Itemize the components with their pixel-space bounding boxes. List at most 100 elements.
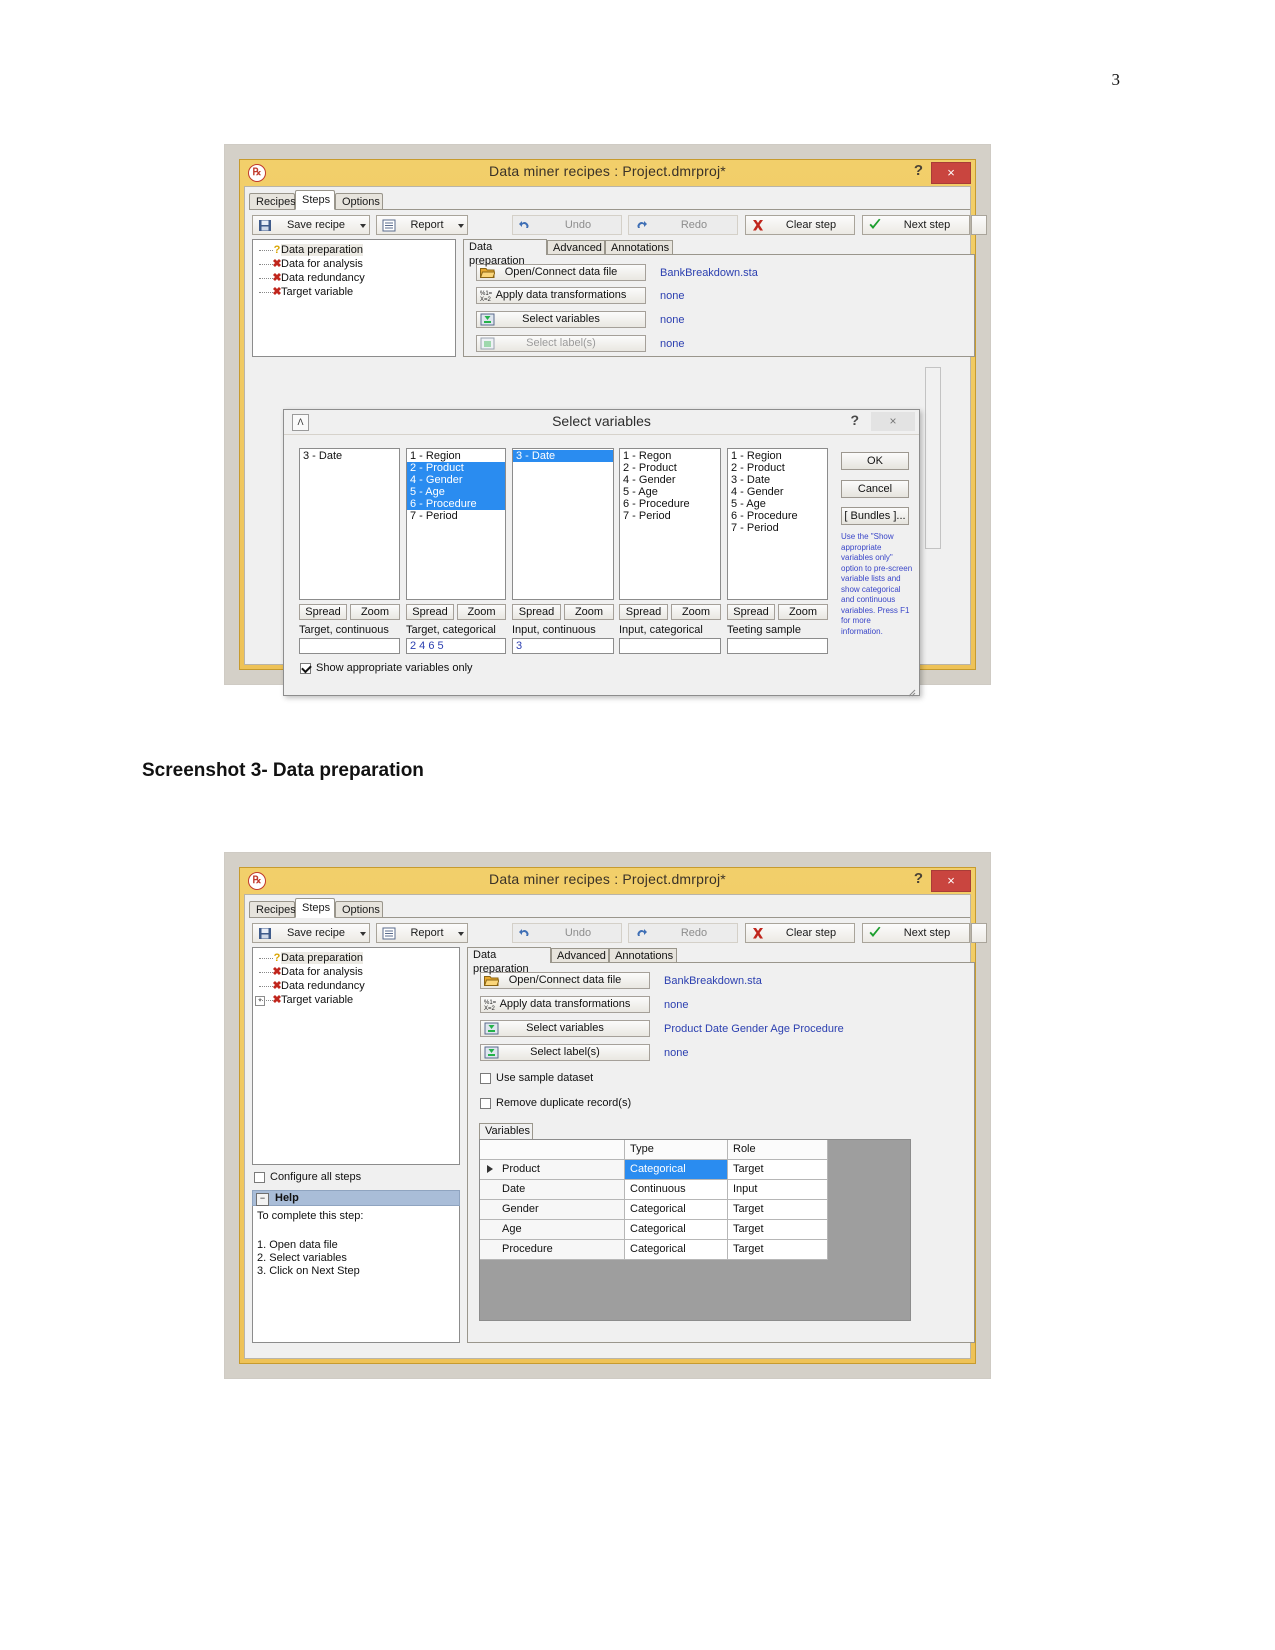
grid-cell-name[interactable]: Date bbox=[480, 1180, 625, 1200]
grid-cell-role[interactable]: Target bbox=[728, 1220, 828, 1240]
list-item[interactable]: 2 - Product bbox=[407, 462, 505, 474]
spread-button-5[interactable]: Spread bbox=[727, 604, 775, 620]
show-appropriate-variables-checkbox[interactable] bbox=[300, 663, 311, 674]
tab-steps[interactable]: Steps bbox=[295, 190, 335, 210]
grid-cell-name[interactable]: Gender bbox=[480, 1200, 625, 1220]
pane-tab-annotations-2[interactable]: Annotations bbox=[609, 948, 677, 963]
next-step-button[interactable]: Next step bbox=[862, 215, 970, 235]
list-item[interactable]: 5 - Age bbox=[728, 498, 827, 510]
apply-data-transformations-button[interactable]: %1= X=2 Apply data transformations bbox=[476, 287, 646, 304]
pane-tab-data-preparation-2[interactable]: Data preparation bbox=[467, 947, 551, 975]
grid-cell-role[interactable]: Target bbox=[728, 1200, 828, 1220]
steps-tree-2[interactable]: ? Data preparation ✖ Data for analysis ✖… bbox=[252, 947, 460, 1165]
variables-grid[interactable]: Type Role Product Categorical Target Dat… bbox=[479, 1139, 911, 1321]
pane-tab-advanced-2[interactable]: Advanced bbox=[551, 948, 609, 963]
list-item[interactable]: 7 - Period bbox=[407, 510, 505, 522]
report-button[interactable]: Report bbox=[376, 215, 468, 235]
dialog-help-icon[interactable]: ? bbox=[850, 412, 859, 428]
chevron-down-icon-2[interactable] bbox=[458, 224, 464, 228]
grid-cell-type[interactable]: Continuous bbox=[625, 1180, 728, 1200]
tree-item-data-for-analysis-2[interactable]: ✖ Data for analysis bbox=[253, 965, 459, 979]
list-item[interactable]: 6 - Procedure bbox=[620, 498, 720, 510]
collapse-icon[interactable]: − bbox=[256, 1193, 269, 1206]
ok-button[interactable]: OK bbox=[841, 452, 909, 470]
value-input-continuous[interactable]: 3 bbox=[512, 638, 614, 654]
list-item[interactable]: 7 - Period bbox=[728, 522, 827, 534]
tab-options-2[interactable]: Options bbox=[335, 901, 383, 917]
table-row[interactable]: Date Continuous Input bbox=[480, 1180, 910, 1200]
dialog-close-icon[interactable]: × bbox=[871, 412, 915, 431]
data-file-value-2[interactable]: BankBreakdown.sta bbox=[664, 975, 762, 987]
spread-button-2[interactable]: Spread bbox=[406, 604, 454, 620]
tree-item-target-variable[interactable]: ✖ Target variable bbox=[253, 285, 455, 299]
save-recipe-button[interactable]: Save recipe bbox=[252, 215, 370, 235]
zoom-button-3[interactable]: Zoom bbox=[564, 604, 614, 620]
undo-button[interactable]: Undo bbox=[512, 215, 622, 235]
bundles-button[interactable]: [ Bundles ]... bbox=[841, 507, 909, 525]
list-item[interactable]: 6 - Procedure bbox=[407, 498, 505, 510]
save-recipe-button-2[interactable]: Save recipe bbox=[252, 923, 370, 943]
select-variables-button-2[interactable]: Select variables bbox=[480, 1020, 650, 1037]
grid-cell-type[interactable]: Categorical bbox=[625, 1200, 728, 1220]
list-item[interactable]: 2 - Product bbox=[728, 462, 827, 474]
undo-button-2[interactable]: Undo bbox=[512, 923, 622, 943]
tree-item-data-for-analysis[interactable]: ✖ Data for analysis bbox=[253, 257, 455, 271]
grid-cell-type[interactable]: Categorical bbox=[625, 1240, 728, 1260]
list-item[interactable]: 3 - Date bbox=[513, 450, 613, 462]
list-target-categorical[interactable]: 1 - Region 2 - Product 4 - Gender 5 - Ag… bbox=[406, 448, 506, 600]
list-item[interactable]: 3 - Date bbox=[728, 474, 827, 486]
chevron-down-icon-5[interactable] bbox=[458, 932, 464, 936]
next-step-dropdown-button[interactable] bbox=[971, 215, 987, 235]
use-sample-dataset-checkbox[interactable] bbox=[480, 1073, 491, 1084]
pane-tab-advanced[interactable]: Advanced bbox=[547, 240, 605, 255]
tab-recipes-2[interactable]: Recipes bbox=[249, 901, 296, 917]
chevron-down-icon[interactable] bbox=[360, 224, 366, 228]
tab-steps-2[interactable]: Steps bbox=[295, 898, 335, 918]
value-input-categorical[interactable] bbox=[619, 638, 721, 654]
list-item[interactable]: 5 - Age bbox=[620, 486, 720, 498]
steps-tree-1[interactable]: ? Data preparation ✖ Data for analysis ✖… bbox=[252, 239, 456, 357]
grid-cell-role[interactable]: Input bbox=[728, 1180, 828, 1200]
grid-cell-role[interactable]: Target bbox=[728, 1240, 828, 1260]
next-step-dropdown-button-2[interactable] bbox=[971, 923, 987, 943]
report-button-2[interactable]: Report bbox=[376, 923, 468, 943]
list-item[interactable]: 5 - Age bbox=[407, 486, 505, 498]
list-item[interactable]: 2 - Product bbox=[620, 462, 720, 474]
resize-grip[interactable] bbox=[907, 684, 916, 697]
transformations-value-2[interactable]: none bbox=[664, 999, 688, 1011]
table-row[interactable]: Procedure Categorical Target bbox=[480, 1240, 910, 1260]
pane-tab-annotations[interactable]: Annotations bbox=[605, 240, 673, 255]
zoom-button-4[interactable]: Zoom bbox=[671, 604, 721, 620]
list-item[interactable]: 4 - Gender bbox=[407, 474, 505, 486]
value-testing-sample[interactable] bbox=[727, 638, 828, 654]
list-item[interactable]: 7 - Period bbox=[620, 510, 720, 522]
list-item[interactable]: 1 - Regon bbox=[620, 450, 720, 462]
table-row[interactable]: Product Categorical Target bbox=[480, 1160, 910, 1180]
variables-tab[interactable]: Variables bbox=[479, 1123, 533, 1139]
clear-step-button[interactable]: Clear step bbox=[745, 215, 855, 235]
tab-recipes[interactable]: Recipes bbox=[249, 193, 296, 209]
list-item[interactable]: 1 - Region bbox=[407, 450, 505, 462]
list-input-continuous[interactable]: 3 - Date bbox=[512, 448, 614, 600]
spread-button-3[interactable]: Spread bbox=[512, 604, 561, 620]
grid-cell-role[interactable]: Target bbox=[728, 1160, 828, 1180]
grid-cell-name[interactable]: Product bbox=[480, 1160, 625, 1180]
select-variables-button[interactable]: Select variables bbox=[476, 311, 646, 328]
transformations-value[interactable]: none bbox=[660, 290, 684, 302]
spread-button-1[interactable]: Spread bbox=[299, 604, 347, 620]
chevron-down-icon-4[interactable] bbox=[360, 932, 366, 936]
help-panel-header[interactable]: − Help bbox=[252, 1190, 460, 1206]
select-labels-value[interactable]: none bbox=[660, 338, 684, 350]
tree-item-data-preparation-2[interactable]: ? Data preparation bbox=[253, 951, 459, 965]
cancel-button[interactable]: Cancel bbox=[841, 480, 909, 498]
list-item[interactable]: 4 - Gender bbox=[620, 474, 720, 486]
expand-plus-icon[interactable]: + bbox=[255, 996, 265, 1006]
select-labels-button-2[interactable]: Select label(s) bbox=[480, 1044, 650, 1061]
close-icon-2[interactable]: × bbox=[931, 870, 971, 892]
grid-cell-type[interactable]: Categorical bbox=[625, 1160, 728, 1180]
list-testing-sample[interactable]: 1 - Region 2 - Product 3 - Date 4 - Gend… bbox=[727, 448, 828, 600]
pane-tab-data-preparation[interactable]: Data preparation bbox=[463, 239, 547, 267]
tree-item-data-preparation[interactable]: ? Data preparation bbox=[253, 243, 455, 257]
grid-cell-type[interactable]: Categorical bbox=[625, 1220, 728, 1240]
value-target-categorical[interactable]: 2 4 6 5 bbox=[406, 638, 506, 654]
